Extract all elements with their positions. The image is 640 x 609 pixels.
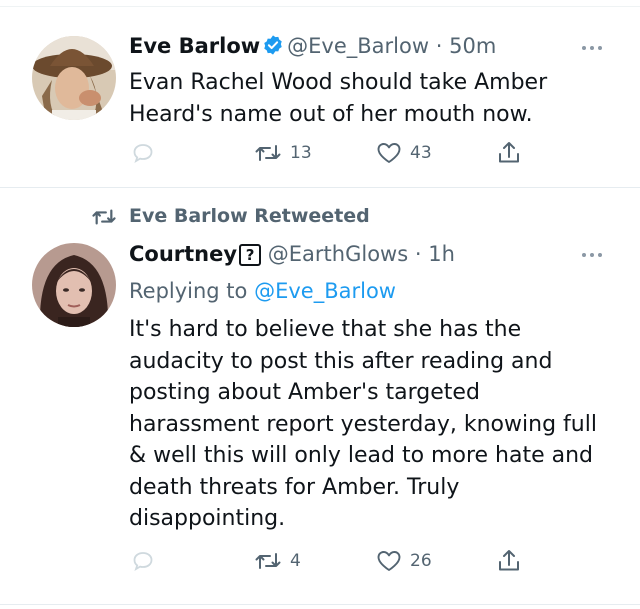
- like-button[interactable]: 26: [376, 549, 432, 573]
- user-handle[interactable]: @EarthGlows: [268, 242, 408, 266]
- unknown-emoji-icon: ?: [239, 244, 262, 266]
- avatar[interactable]: [32, 36, 116, 120]
- more-icon[interactable]: [582, 251, 608, 259]
- user-handle[interactable]: @Eve_Barlow: [287, 34, 429, 58]
- replying-to-handle[interactable]: @Eve_Barlow: [254, 279, 396, 303]
- reply-button[interactable]: [131, 141, 155, 165]
- tweet-header: Eve Barlow @Eve_Barlow · 50m: [129, 32, 496, 63]
- like-count: 26: [410, 551, 432, 571]
- retweet-icon: [255, 145, 281, 161]
- tweet-text-line: harassment report yesterday, knowing ful…: [129, 411, 597, 437]
- tweet-text-line: Heard's name out of her mouth now.: [129, 101, 533, 127]
- retweet-count: 13: [290, 143, 312, 163]
- tweet-text-line: It's hard to believe that she has the: [129, 317, 522, 342]
- tweet-text-line: disappointing.: [129, 506, 286, 531]
- tweet-text: Evan Rachel Wood should take Amber Heard…: [129, 67, 547, 130]
- bottom-divider: [0, 604, 640, 605]
- retweet-button[interactable]: 4: [254, 549, 301, 573]
- tweet-text-line: posting about Amber's targeted: [129, 380, 480, 405]
- like-count: 43: [410, 143, 432, 163]
- like-icon: [377, 143, 401, 163]
- replying-to: Replying to @Eve_Barlow: [129, 277, 396, 305]
- tweet-text-line: death threats for Amber. Truly: [129, 474, 460, 500]
- avatar-image: [32, 243, 116, 327]
- retweet-button[interactable]: 13: [254, 141, 312, 165]
- reply-button[interactable]: [131, 549, 155, 573]
- more-icon[interactable]: [582, 44, 608, 52]
- timestamp[interactable]: 1h: [428, 242, 455, 266]
- retweet-icon: [92, 209, 116, 225]
- timeline: Eve Barlow @Eve_Barlow · 50m Evan Rachel …: [0, 0, 640, 609]
- tweet[interactable]: Eve Barlow Retweeted Courtney? @EarthGlo…: [0, 188, 640, 609]
- like-icon: [377, 551, 401, 571]
- tweet-text: It's hard to believe that she has the au…: [129, 314, 597, 535]
- display-name[interactable]: Eve Barlow: [129, 34, 260, 58]
- verified-badge-icon: [262, 34, 284, 63]
- retweeted-by-label[interactable]: Eve Barlow Retweeted: [129, 205, 370, 227]
- tweet-header: Courtney? @EarthGlows · 1h: [129, 240, 455, 268]
- timestamp[interactable]: 50m: [449, 34, 496, 58]
- tweet-text-line: audacity to post this after reading and: [129, 348, 553, 374]
- separator-dot: ·: [414, 242, 422, 266]
- tweet-text-line: & well this will only lead to more hate …: [129, 443, 593, 468]
- share-button[interactable]: [496, 140, 522, 166]
- share-icon: [499, 550, 519, 571]
- reply-icon: [133, 552, 153, 571]
- avatar[interactable]: [32, 243, 116, 327]
- replying-to-label: Replying to: [129, 279, 248, 303]
- tweet[interactable]: Eve Barlow @Eve_Barlow · 50m Evan Rachel …: [0, 7, 640, 187]
- retweet-count: 4: [290, 551, 301, 571]
- reply-icon: [133, 144, 153, 163]
- tweet-text-line: Evan Rachel Wood should take Amber: [129, 70, 548, 95]
- share-button[interactable]: [496, 548, 522, 574]
- display-name[interactable]: Courtney: [129, 242, 237, 266]
- avatar-image: [32, 36, 116, 120]
- like-button[interactable]: 43: [376, 141, 432, 165]
- retweet-icon: [255, 553, 281, 569]
- share-icon: [499, 142, 519, 163]
